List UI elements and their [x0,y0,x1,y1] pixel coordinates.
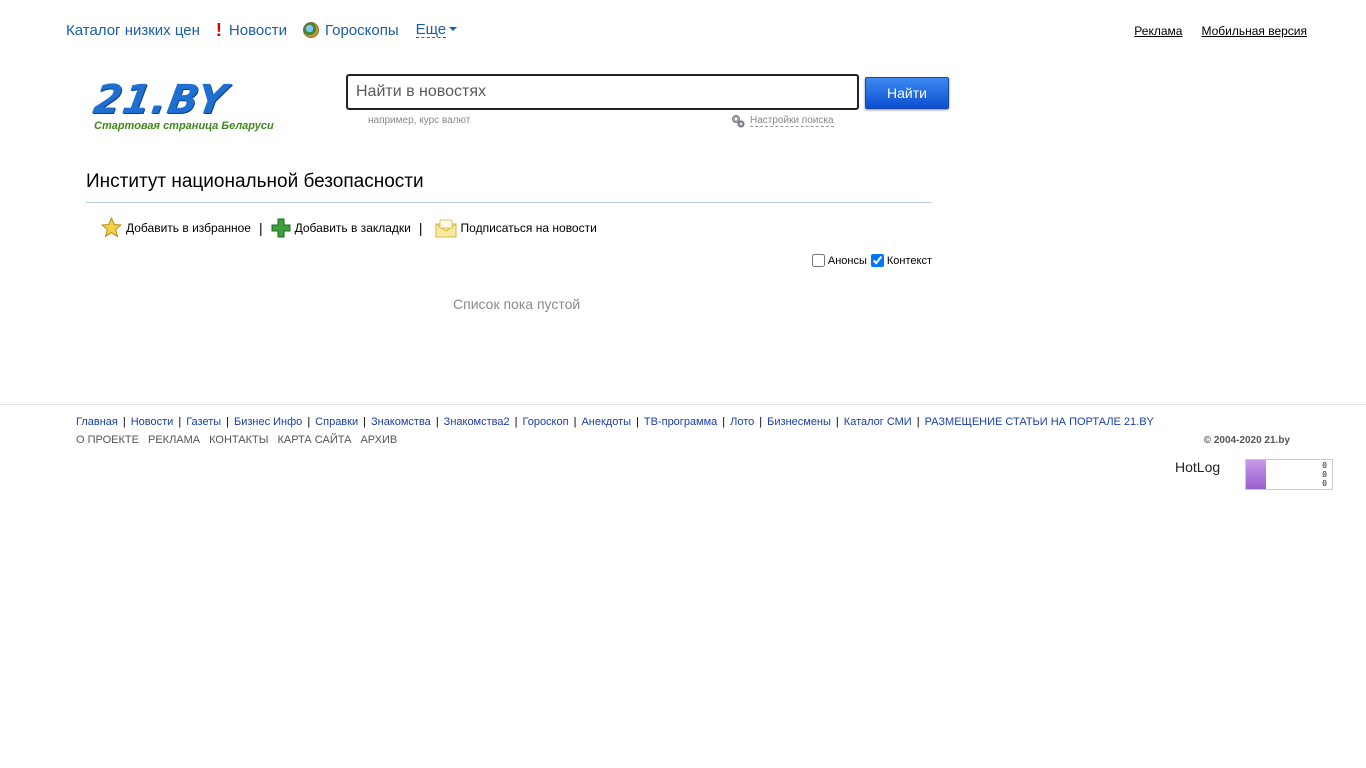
counter-users: 0 [1322,479,1327,488]
footer-secondary-link[interactable]: РЕКЛАМА [148,434,200,446]
footer-separator: | [514,416,518,428]
visitor-counter[interactable]: 0 0 0 [1245,459,1333,490]
subscribe-news-button[interactable]: Подписаться на новости [435,218,597,238]
footer-separator: | [226,416,229,428]
context-filter[interactable]: Контекст [870,254,932,267]
footer-separator: | [835,416,839,428]
search-settings-link[interactable]: Настройки поиска [731,114,834,128]
catalog-link[interactable]: Каталог низких цен [66,22,200,39]
context-label: Контекст [886,254,932,267]
filter-checkboxes: Анонсы Контекст [808,254,932,267]
search-button[interactable]: Найти [865,77,949,109]
announcements-filter[interactable]: Анонсы [811,254,867,267]
footer-separator: | [363,416,366,428]
announcements-label: Анонсы [827,254,867,267]
footer-link[interactable]: Справки [315,416,358,428]
star-icon [101,217,122,238]
footer-link[interactable]: Анекдоты [581,416,631,428]
footer-link[interactable]: РАЗМЕЩЕНИЕ СТАТЬИ НА ПОРТАЛЕ 21.BY [925,416,1154,428]
footer-separator: | [759,416,763,428]
context-checkbox[interactable] [870,254,884,267]
add-to-favorites-button[interactable]: Добавить в избранное [101,217,251,238]
footer-separator: | [916,416,920,428]
favorites-label: Добавить в избранное [126,220,251,235]
horoscopes-link[interactable]: Гороскопы [302,21,399,39]
separator: | [258,219,263,236]
footer-separator: | [178,416,182,428]
top-nav: Каталог низких цен ! Новости Гороскопы Е… [66,21,473,39]
envelope-icon [435,219,457,237]
footer-link[interactable]: Гороскоп [522,416,568,428]
action-bar: Добавить в избранное | Добавить в заклад… [101,217,597,238]
footer-link[interactable]: Знакомства2 [444,416,510,428]
footer-link[interactable]: Бизнесмены [767,416,831,428]
hotlog-counter-image[interactable]: HotLog [1175,459,1220,475]
counter-values: 0 0 0 [1322,461,1327,488]
empty-list-message: Список пока пустой [453,296,581,312]
footer-secondary-link[interactable]: АРХИВ [360,434,397,446]
catalog-label: Каталог низких цен [66,21,200,39]
footer-secondary-link[interactable]: О ПРОЕКТЕ [76,434,139,446]
horoscopes-label: Гороскопы [324,21,399,39]
page-title: Институт национальной безопасности [86,171,424,192]
ads-link[interactable]: Реклама [1134,24,1182,38]
search-input[interactable] [346,74,859,110]
footer-link[interactable]: Знакомства [371,416,431,428]
copyright: © 2004-2020 21.by [1203,435,1290,446]
separator: | [418,219,423,236]
footer-link[interactable]: Бизнес Инфо [234,416,302,428]
footer-separator: | [122,416,126,428]
footer-link[interactable]: Каталог СМИ [844,416,912,428]
subscribe-label: Подписаться на новости [460,220,597,235]
top-links: Реклама Мобильная версия [1115,24,1307,38]
footer-separator: | [573,416,577,428]
add-to-bookmarks-button[interactable]: Добавить в закладки [271,218,411,238]
exclamation-icon: ! [215,20,222,40]
footer-separator: | [722,416,726,428]
gears-icon [732,115,745,128]
mobile-version-link[interactable]: Мобильная версия [1201,24,1307,38]
news-link[interactable]: ! Новости [216,21,287,39]
footer-link[interactable]: Главная [76,416,118,428]
more-dropdown[interactable]: Еще [415,21,458,38]
zodiac-wheel-icon [302,22,319,38]
footer-nav: Главная | Новости | Газеты | Бизнес Инфо | Справ… [76,416,1154,428]
logo-mark: 21.BY [89,77,232,123]
counter-visits: 0 [1322,470,1327,479]
plus-icon [271,218,291,237]
footer-separator: | [636,416,639,428]
footer-link[interactable]: Новости [131,416,174,428]
counter-views: 0 [1322,461,1327,470]
more-label: Еще [415,21,447,38]
footer-secondary-nav: О ПРОЕКТЕ РЕКЛАМА КОНТАКТЫ КАРТА САЙТА АРХИВ [76,434,406,446]
title-divider [86,202,932,203]
announcements-checkbox[interactable] [811,254,825,267]
footer-divider [0,404,1366,405]
caret-down-icon [449,27,458,31]
counter-logo-icon [1246,460,1266,489]
footer-secondary-link[interactable]: КОНТАКТЫ [209,434,268,446]
footer-secondary-link[interactable]: КАРТА САЙТА [277,434,351,446]
footer-link[interactable]: ТВ-программа [644,416,717,428]
bookmarks-label: Добавить в закладки [294,220,411,235]
footer-link[interactable]: Лото [730,416,754,428]
footer-separator: | [435,416,439,428]
site-logo[interactable]: 21.BY Стартовая страница Беларуси [90,77,314,134]
search-hint: например, курс валют [368,115,471,126]
footer-separator: | [307,416,311,428]
news-label: Новости [228,21,287,39]
search-settings-label: Настройки поиска [750,115,834,127]
footer-link[interactable]: Газеты [186,416,221,428]
